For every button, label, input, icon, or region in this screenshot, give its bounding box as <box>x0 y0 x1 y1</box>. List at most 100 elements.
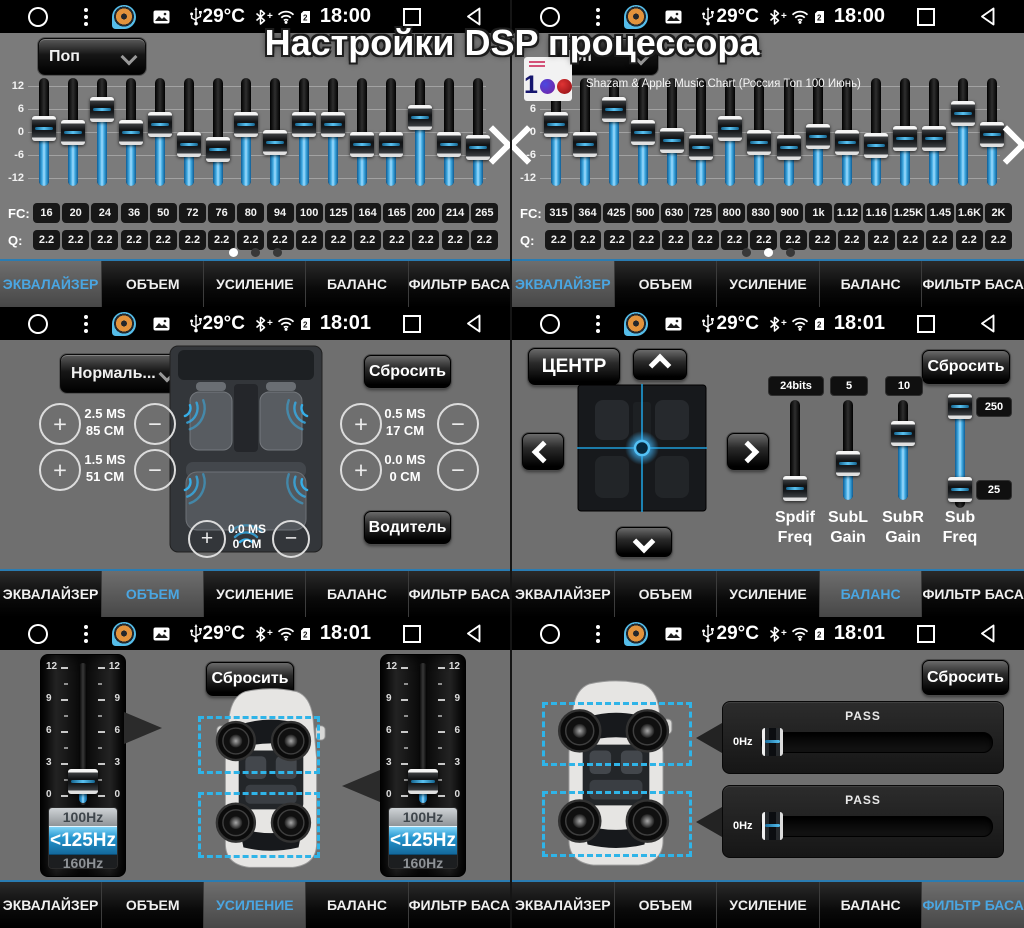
q-value-chip[interactable]: 2.2 <box>471 230 498 250</box>
slider-thumb[interactable] <box>836 451 860 476</box>
eq-band-slider[interactable] <box>263 86 287 178</box>
tab-equalizer[interactable]: ЭКВАЛАЙЗЕР <box>0 571 102 617</box>
slider-thumb[interactable] <box>321 112 345 137</box>
slider-thumb[interactable] <box>631 120 655 145</box>
tab-bass-filter[interactable]: ФИЛЬТР БАСА <box>409 882 510 928</box>
eq-band-slider[interactable] <box>177 86 201 178</box>
fader-thumb[interactable] <box>408 769 438 794</box>
tab-equalizer[interactable]: ЭКВАЛАЙЗЕР <box>512 261 615 307</box>
slider-thumb[interactable] <box>234 112 258 137</box>
back-icon[interactable] <box>465 624 484 643</box>
move-down-button[interactable] <box>616 527 672 557</box>
fc-value-chip[interactable]: 500 <box>632 203 659 223</box>
slider-thumb[interactable] <box>350 132 374 157</box>
tab-bass-filter[interactable]: ФИЛЬТР БАСА <box>922 571 1024 617</box>
eq-band-slider[interactable] <box>119 86 143 178</box>
q-value-chip[interactable]: 2.2 <box>633 230 660 250</box>
fc-value-chip[interactable]: 630 <box>661 203 688 223</box>
recents-icon[interactable] <box>917 8 935 26</box>
slider-thumb[interactable] <box>891 421 915 446</box>
tab-equalizer[interactable]: ЭКВАЛАЙЗЕР <box>512 882 615 928</box>
q-value-chip[interactable]: 2.2 <box>985 230 1012 250</box>
eq-band-slider[interactable] <box>951 86 975 178</box>
eq-band-slider[interactable] <box>206 86 230 178</box>
fc-value-chip[interactable]: 364 <box>574 203 601 223</box>
q-value-chip[interactable]: 2.2 <box>442 230 469 250</box>
app-logo-icon[interactable] <box>112 312 136 336</box>
recents-icon[interactable] <box>917 625 935 643</box>
slider-thumb[interactable] <box>61 120 85 145</box>
decrease-delay-button[interactable]: − <box>134 403 176 445</box>
tab-equalizer[interactable]: ЭКВАЛАЙЗЕР <box>512 571 615 617</box>
recents-icon[interactable] <box>403 625 421 643</box>
q-value-chip[interactable]: 2.2 <box>926 230 953 250</box>
fc-value-chip[interactable]: 725 <box>689 203 716 223</box>
tab-bass-filter[interactable]: ФИЛЬТР БАСА <box>922 261 1024 307</box>
eq-band-slider[interactable] <box>777 86 801 178</box>
q-value-chip[interactable]: 2.2 <box>897 230 924 250</box>
recents-icon[interactable] <box>403 315 421 333</box>
q-value-chip[interactable]: 2.2 <box>91 230 118 250</box>
slider-thumb[interactable] <box>602 97 626 122</box>
q-value-chip[interactable]: 2.2 <box>838 230 865 250</box>
fc-value-chip[interactable]: 36 <box>121 203 148 223</box>
fc-value-chip[interactable]: 265 <box>471 203 498 223</box>
q-value-chip[interactable]: 2.2 <box>780 230 807 250</box>
q-value-chip[interactable]: 2.2 <box>267 230 294 250</box>
back-icon[interactable] <box>979 7 998 26</box>
fc-value-chip[interactable]: 1.6K <box>956 203 983 223</box>
eq-band-slider[interactable] <box>408 86 432 178</box>
q-value-chip[interactable]: 2.2 <box>721 230 748 250</box>
tab-gain[interactable]: УСИЛЕНИЕ <box>204 261 306 307</box>
crossover-picker[interactable]: 100Hz<125Hz160Hz <box>388 807 458 869</box>
eq-band-slider[interactable] <box>61 86 85 178</box>
slider-thumb[interactable] <box>660 128 684 153</box>
tab-equalizer[interactable]: ЭКВАЛАЙЗЕР <box>0 882 102 928</box>
move-right-button[interactable] <box>727 433 769 470</box>
home-circle-icon[interactable] <box>28 314 48 334</box>
q-value-chip[interactable]: 2.2 <box>692 230 719 250</box>
tab-bass-filter[interactable]: ФИЛЬТР БАСА <box>409 261 510 307</box>
eq-band-slider[interactable] <box>148 86 172 178</box>
eq-band-slider[interactable] <box>893 86 917 178</box>
q-value-chip[interactable]: 2.2 <box>62 230 89 250</box>
next-page-arrow[interactable] <box>993 131 1021 164</box>
fc-value-chip[interactable]: 214 <box>442 203 469 223</box>
eq-band-slider[interactable] <box>718 86 742 178</box>
recents-icon[interactable] <box>917 315 935 333</box>
balance-position-map[interactable] <box>577 384 707 517</box>
eq-band-slider[interactable] <box>379 86 403 178</box>
eq-band-slider[interactable] <box>573 86 597 178</box>
move-left-button[interactable] <box>522 433 564 470</box>
filter-slider[interactable] <box>761 732 993 753</box>
slider-thumb[interactable] <box>544 112 568 137</box>
back-icon[interactable] <box>979 314 998 333</box>
q-value-chip[interactable]: 2.2 <box>868 230 895 250</box>
q-value-chip[interactable]: 2.2 <box>237 230 264 250</box>
fc-value-chip[interactable]: 200 <box>412 203 439 223</box>
fc-value-chip[interactable]: 100 <box>296 203 323 223</box>
fader-thumb[interactable] <box>68 769 98 794</box>
tab-balance[interactable]: БАЛАНС <box>306 882 408 928</box>
next-page-arrow[interactable] <box>479 131 507 164</box>
crossover-picker[interactable]: 100Hz<125Hz160Hz <box>48 807 118 869</box>
eq-band-slider[interactable] <box>437 86 461 178</box>
tab-balance[interactable]: БАЛАНС <box>820 882 923 928</box>
tab-balance[interactable]: БАЛАНС <box>820 261 923 307</box>
q-value-chip[interactable]: 2.2 <box>150 230 177 250</box>
q-value-chip[interactable]: 2.2 <box>545 230 572 250</box>
eq-band-slider[interactable] <box>602 86 626 178</box>
tab-equalizer[interactable]: ЭКВАЛАЙЗЕР <box>0 261 102 307</box>
back-icon[interactable] <box>465 314 484 333</box>
tab-bass-filter[interactable]: ФИЛЬТР БАСА <box>409 571 510 617</box>
center-button[interactable]: ЦЕНТР <box>528 348 620 385</box>
slider-thumb[interactable] <box>206 137 230 162</box>
listening-position-dropdown[interactable]: Нормаль... <box>60 354 184 393</box>
filter-slider[interactable] <box>761 816 993 837</box>
prev-page-arrow[interactable] <box>513 131 541 164</box>
slider-thumb[interactable] <box>573 132 597 157</box>
fc-value-chip[interactable]: 24 <box>91 203 118 223</box>
q-value-chip[interactable]: 2.2 <box>179 230 206 250</box>
q-value-chip[interactable]: 2.2 <box>604 230 631 250</box>
overflow-menu-icon[interactable] <box>84 8 88 26</box>
